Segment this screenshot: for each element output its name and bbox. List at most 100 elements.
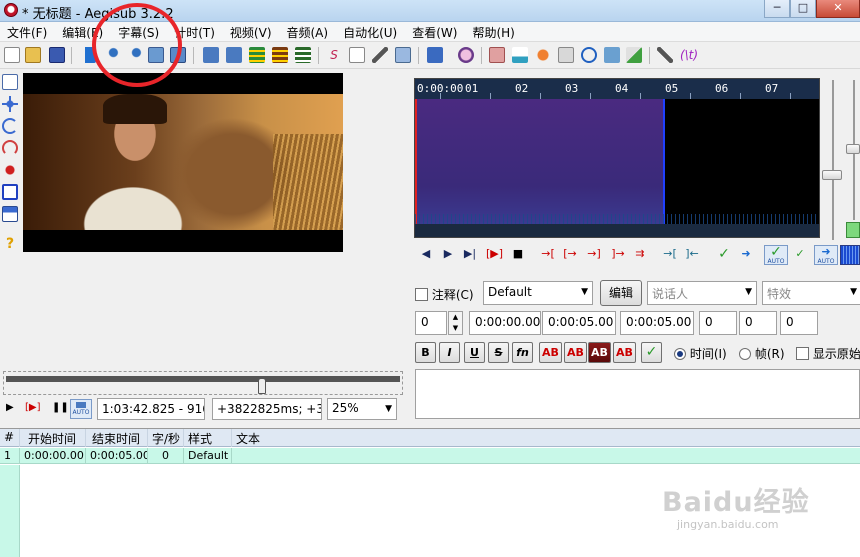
options-tools-icon[interactable] [657, 47, 673, 63]
spin-up-icon[interactable]: ▲ [449, 312, 462, 323]
rotate-z-icon[interactable] [2, 118, 18, 134]
play-500ms-before-end-icon[interactable]: →] [586, 246, 602, 262]
rotate-xy-icon[interactable] [2, 140, 18, 156]
vector-clip-icon[interactable] [2, 206, 18, 222]
margin-left-input[interactable]: 0 [699, 311, 737, 335]
font-button[interactable]: fn [512, 342, 533, 363]
zoom-dropdown[interactable]: 25% ▼ [327, 398, 397, 420]
margin-vertical-input[interactable]: 0 [780, 311, 818, 335]
select-lines-icon[interactable] [604, 47, 620, 63]
close-button[interactable]: ✕ [816, 0, 860, 18]
spectrum-mode-icon[interactable] [840, 245, 860, 265]
frame-radio[interactable] [739, 348, 751, 360]
play-line-icon[interactable]: [▶] [25, 402, 41, 413]
primary-color-button[interactable]: AB [539, 342, 562, 363]
end-time-input[interactable]: 0:00:05.00 [542, 311, 616, 335]
effect-dropdown[interactable]: 特效 ▼ [762, 281, 860, 305]
audio-zoom-slider[interactable] [822, 170, 842, 180]
play-500ms-after-start-icon[interactable]: [→ [562, 246, 578, 262]
play-line-icon[interactable]: [▶] [486, 246, 503, 262]
margin-right-input[interactable]: 0 [739, 311, 777, 335]
help-icon[interactable]: ? [2, 236, 18, 252]
next-line-icon[interactable]: ▶ [440, 246, 456, 262]
filmstrip-green-icon[interactable] [249, 47, 265, 63]
resample-icon[interactable] [489, 47, 505, 63]
standard-tool-icon[interactable] [2, 74, 18, 90]
spell-check-icon[interactable] [349, 47, 365, 63]
minimize-button[interactable]: ─ [764, 0, 790, 18]
edit-style-button[interactable]: 编辑 [600, 280, 642, 306]
layer-input[interactable]: 0 [415, 311, 447, 335]
aegisub-logo-icon[interactable] [4, 3, 18, 17]
filmstrip-check-icon[interactable] [295, 47, 311, 63]
mascot-icon[interactable] [458, 47, 474, 63]
menu-video[interactable]: 视频(V) [223, 22, 280, 41]
column-header-number[interactable]: # [0, 429, 20, 447]
find-icon[interactable] [203, 47, 219, 63]
paste-over-icon[interactable] [372, 47, 388, 63]
shadow-color-button[interactable]: AB [613, 342, 636, 363]
next-line-on-commit-icon[interactable]: ✓ [792, 246, 808, 262]
styling-assistant-icon[interactable] [626, 47, 642, 63]
filmstrip-orange-icon[interactable] [272, 47, 288, 63]
kanji-timer-icon[interactable] [535, 47, 551, 63]
play-to-end-icon[interactable]: ⇉ [632, 246, 648, 262]
column-header-style[interactable]: 样式 [184, 429, 232, 447]
column-header-text[interactable]: 文本 [232, 429, 860, 447]
menu-audio[interactable]: 音频(A) [280, 22, 337, 41]
audio-scrollbar[interactable] [415, 224, 819, 237]
subtitle-text-input[interactable] [415, 369, 860, 419]
column-header-end[interactable]: 结束时间 [86, 429, 148, 447]
column-header-start[interactable]: 开始时间 [20, 429, 86, 447]
actor-dropdown[interactable]: 说话人 ▼ [647, 281, 757, 305]
shift-times-icon[interactable] [558, 47, 574, 63]
replace-icon[interactable] [226, 47, 242, 63]
comment-checkbox[interactable] [415, 288, 428, 301]
play-selection-icon[interactable]: ▶| [462, 246, 478, 262]
menu-help[interactable]: 帮助(H) [465, 22, 522, 41]
spin-down-icon[interactable]: ▼ [449, 323, 462, 334]
outline-color-button[interactable]: AB [588, 342, 611, 363]
style-dropdown[interactable]: Default ▼ [483, 281, 593, 305]
video-time-display[interactable]: 1:03:42.825 - 9165 [97, 398, 205, 420]
override-tags-icon[interactable]: (\t) [678, 47, 700, 63]
audio-volume-slider[interactable] [846, 144, 860, 154]
new-file-icon[interactable] [4, 47, 20, 63]
translation-assistant-icon[interactable] [427, 47, 443, 63]
show-original-group[interactable]: 显示原始 [796, 345, 860, 362]
timing-post-processor-icon[interactable] [512, 47, 528, 63]
scale-tool-icon[interactable] [2, 162, 18, 178]
lead-in-icon[interactable]: →[ [662, 246, 678, 262]
menu-view[interactable]: 查看(W) [405, 22, 465, 41]
video-seek-bar[interactable] [3, 371, 403, 395]
save-icon[interactable] [49, 47, 65, 63]
strikeout-button[interactable]: S [488, 342, 509, 363]
play-500ms-after-icon[interactable]: ]→ [610, 246, 626, 262]
copy-icon[interactable] [395, 47, 411, 63]
stop-icon[interactable]: ■ [510, 246, 526, 262]
styles-manager-icon[interactable]: S [326, 47, 342, 63]
clock-icon[interactable] [581, 47, 597, 63]
table-row[interactable]: 1 0:00:00.00 0:00:05.00 0 Default [0, 448, 860, 464]
duration-input[interactable]: 0:00:05.00 [620, 311, 694, 335]
play-icon[interactable]: ▶ [6, 402, 14, 413]
layer-spinner[interactable]: ▲ ▼ [448, 311, 463, 335]
link-toggle-icon[interactable] [846, 222, 860, 238]
frame-radio-group[interactable]: 帧(R) [739, 345, 785, 362]
selection-start-marker[interactable] [415, 99, 417, 224]
autoscroll-video-toggle[interactable]: AUTO [70, 399, 92, 419]
video-display[interactable] [23, 73, 343, 252]
bold-button[interactable]: B [415, 342, 436, 363]
pause-icon[interactable]: ❚❚ [52, 402, 69, 413]
time-radio[interactable] [674, 348, 686, 360]
play-500ms-before-icon[interactable]: →[ [540, 246, 556, 262]
drag-tool-icon[interactable] [2, 96, 18, 112]
show-original-checkbox[interactable] [796, 347, 809, 360]
clip-tool-icon[interactable] [2, 184, 18, 200]
menu-automation[interactable]: 自动化(U) [336, 22, 405, 41]
seek-thumb[interactable] [258, 378, 266, 394]
secondary-color-button[interactable]: AB [564, 342, 587, 363]
comment-checkbox-group[interactable]: 注释(C) [415, 286, 474, 303]
italic-button[interactable]: I [439, 342, 460, 363]
menu-file[interactable]: 文件(F) [0, 22, 55, 41]
